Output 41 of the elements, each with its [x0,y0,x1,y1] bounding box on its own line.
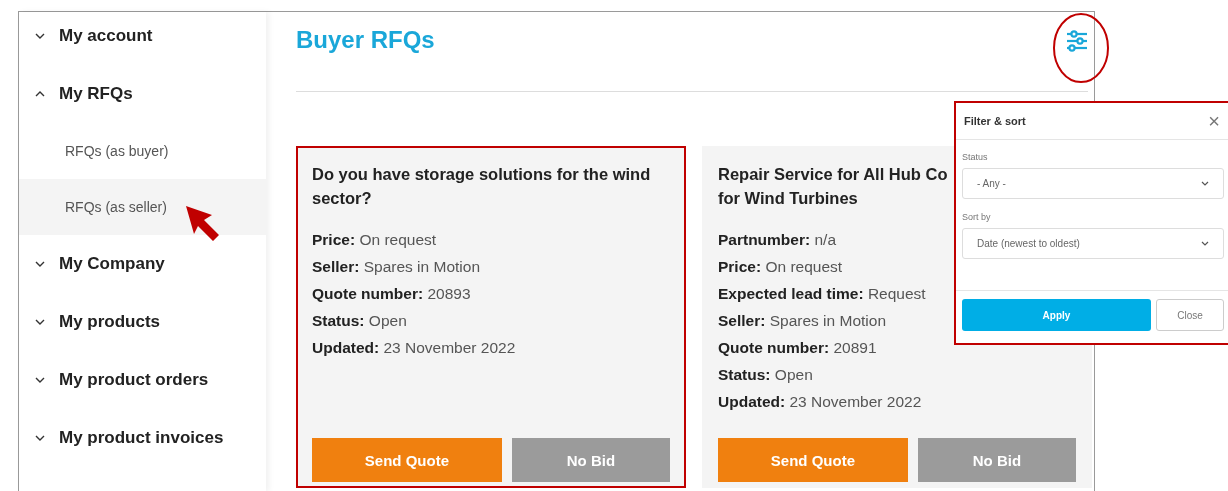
detail-line: Quote number: 20891 [718,338,877,358]
highlight-ellipse [1052,12,1110,84]
chevron-icon [35,261,45,267]
sidebar-item[interactable]: My Company [19,235,266,293]
chevron-icon [35,435,45,441]
field-label: Sort by [962,212,992,222]
sidebar-item[interactable]: My product orders [19,351,266,409]
pointer-arrow-icon [186,206,220,242]
detail-line: Quote number: 20893 [312,284,471,304]
detail-line: Status: Open [718,365,813,385]
detail-line: Price: On request [312,230,437,250]
chevron-icon [1201,241,1209,246]
detail-line: Updated: 23 November 2022 [718,392,922,412]
card-title: Repair Service for All Hub Co for Wind Turbines [718,164,948,209]
detail-line: Price: On request [718,257,843,277]
chevron-icon [35,377,45,383]
sidebar-item[interactable]: My RFQs [19,65,266,123]
sidebar-subitem[interactable]: RFQs (as buyer) [19,123,266,179]
dropdown-field[interactable]: - Any - [962,168,1224,199]
detail-line: Expected lead time: Request [718,284,926,304]
detail-line: Seller: Spares in Motion [312,257,480,277]
detail-line: Updated: 23 November 2022 [312,338,516,358]
chevron-icon [35,319,45,325]
filter-icon[interactable] [1066,30,1088,52]
chevron-icon [35,91,45,97]
chevron-icon [1201,181,1209,186]
sidebar-subitem[interactable]: RFQs (as seller) [19,179,266,235]
page-title: Buyer RFQs [296,26,435,54]
sidebar-item[interactable]: My products [19,293,266,351]
panel-title: Filter & sort [964,115,1026,127]
detail-line: Partnumber: n/a [718,230,836,250]
sidebar-item[interactable]: My account [19,7,266,65]
detail-line: Seller: Spares in Motion [718,311,886,331]
field-label: Status [962,152,989,162]
close-icon[interactable]: × [1208,111,1220,131]
dropdown-field[interactable]: Date (newest to oldest) [962,228,1224,259]
chevron-icon [35,33,45,39]
card-title: Do you have storage solutions for the wind sector? [312,164,651,209]
close-button[interactable]: Close [1156,299,1224,331]
detail-line: Status: Open [312,311,407,331]
sidebar-item[interactable]: My product invoices [19,409,266,467]
